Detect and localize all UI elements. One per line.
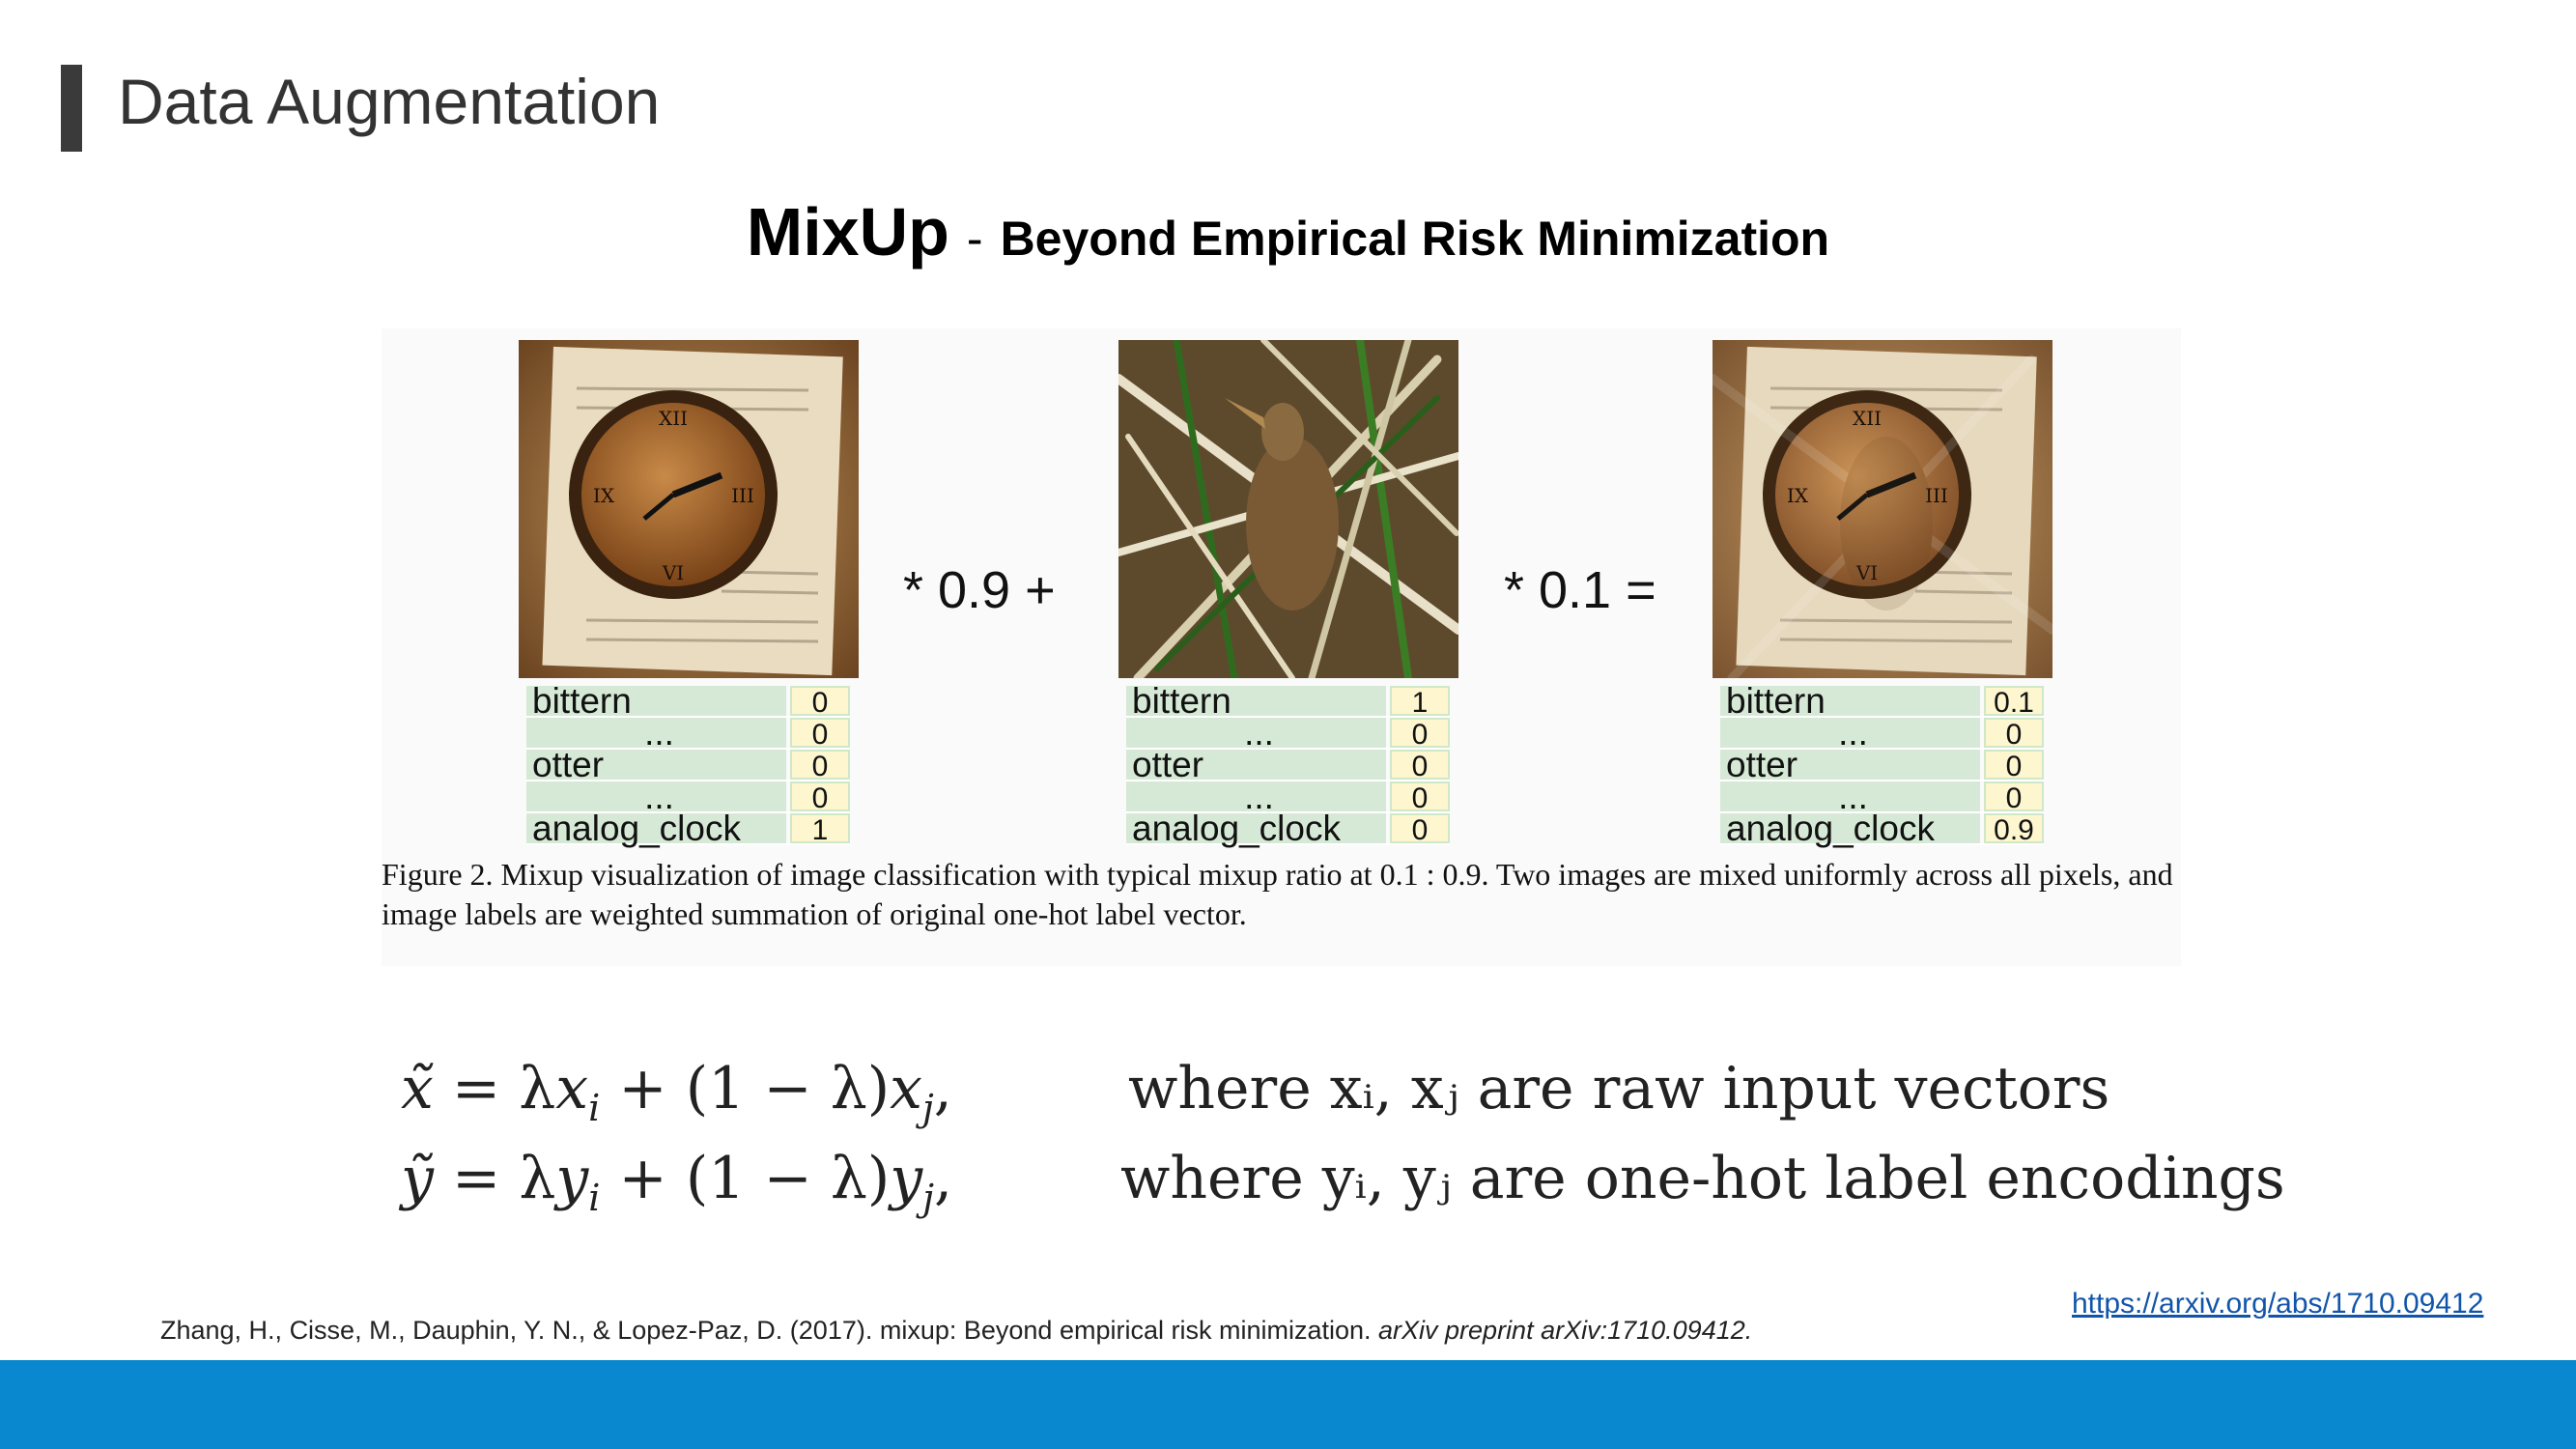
- operator-times-0-9: * 0.9 +: [903, 561, 1056, 619]
- label-name: bittern: [526, 683, 786, 719]
- label-name: ...: [1720, 779, 1980, 814]
- arxiv-link[interactable]: https://arxiv.org/abs/1710.09412: [2072, 1288, 2483, 1321]
- label-value: 0: [1390, 718, 1450, 750]
- svg-text:IX: IX: [593, 484, 615, 507]
- label-table-bird: bittern 1 ... 0 otter 0 ... 0 analog_clock 0: [1126, 683, 1450, 846]
- subtitle-rest: Beyond Empirical Risk Minimization: [1000, 212, 1830, 266]
- label-name: ...: [526, 715, 786, 751]
- label-value: 0: [1984, 718, 2044, 750]
- bird-image: [1118, 340, 1458, 678]
- citation-reference: Zhang, H., Cisse, M., Dauphin, Y. N., & …: [160, 1316, 1752, 1346]
- mixed-image: XIIIIIVIIX: [1713, 340, 2052, 678]
- label-value: 0.9: [1984, 813, 2044, 845]
- svg-text:IX: IX: [1787, 484, 1809, 507]
- label-value: 0: [1984, 750, 2044, 781]
- slide-title: Data Augmentation: [118, 66, 661, 137]
- table-row: bittern 0: [526, 683, 850, 719]
- equation-x-tilde: x̃ = λxi + (1 − λ)xj,: [401, 1055, 952, 1129]
- table-row: bittern 0.1: [1720, 683, 2044, 719]
- table-row: analog_clock 0.9: [1720, 810, 2044, 846]
- title-accent-bar: [61, 65, 82, 152]
- label-value: 0: [1984, 781, 2044, 813]
- label-value: 0: [790, 718, 850, 750]
- table-row: analog_clock 1: [526, 810, 850, 846]
- label-name: ...: [526, 779, 786, 814]
- label-name: bittern: [1126, 683, 1386, 719]
- label-value: 0: [790, 686, 850, 718]
- label-value: 0: [790, 750, 850, 781]
- reference-italic: arXiv preprint arXiv:1710.09412.: [1378, 1316, 1753, 1345]
- label-name: ...: [1126, 715, 1386, 751]
- label-name: otter: [526, 747, 786, 782]
- svg-text:XII: XII: [659, 407, 688, 430]
- footer-band: [0, 1360, 2576, 1449]
- slide-subtitle: MixUp - Beyond Empirical Risk Minimization: [0, 198, 2576, 266]
- label-name: ...: [1720, 715, 1980, 751]
- label-value: 1: [790, 813, 850, 845]
- subtitle-dash: -: [966, 212, 983, 266]
- equation-y-where: where yᵢ, yⱼ are one-hot label encodings: [1120, 1145, 2285, 1212]
- reference-text: Zhang, H., Cisse, M., Dauphin, Y. N., & …: [160, 1316, 1379, 1345]
- label-name: otter: [1720, 747, 1980, 782]
- label-value: 1: [1390, 686, 1450, 718]
- label-value: 0: [1390, 781, 1450, 813]
- label-value: 0: [790, 781, 850, 813]
- subtitle-main: MixUp: [746, 194, 949, 270]
- clock-image: XII III VI IX: [519, 340, 859, 678]
- svg-text:XII: XII: [1853, 407, 1882, 430]
- operator-times-0-1: * 0.1 =: [1504, 561, 1656, 619]
- label-name: analog_clock: [1720, 810, 1980, 846]
- equation-y-tilde: ỹ = λyi + (1 − λ)yj,: [401, 1145, 953, 1219]
- label-name: bittern: [1720, 683, 1980, 719]
- equation-x-where: where xᵢ, xⱼ are raw input vectors: [1128, 1055, 2110, 1122]
- label-name: ...: [1126, 779, 1386, 814]
- figure-caption: Figure 2. Mixup visualization of image c…: [382, 857, 2173, 931]
- label-table-mixed: bittern 0.1 ... 0 otter 0 ... 0 analog_clock…: [1720, 683, 2044, 846]
- label-name: otter: [1126, 747, 1386, 782]
- svg-text:III: III: [731, 484, 754, 507]
- label-value: 0.1: [1984, 686, 2044, 718]
- label-name: analog_clock: [526, 810, 786, 846]
- label-value: 0: [1390, 750, 1450, 781]
- table-row: otter 0: [1720, 747, 2044, 782]
- label-name: analog_clock: [1126, 810, 1386, 846]
- svg-text:VI: VI: [662, 561, 684, 584]
- table-row: otter 0: [1126, 747, 1450, 782]
- table-row: otter 0: [526, 747, 850, 782]
- label-table-clock: bittern 0 ... 0 otter 0 ... 0 analog_clock 1: [526, 683, 850, 846]
- table-row: analog_clock 0: [1126, 810, 1450, 846]
- table-row: bittern 1: [1126, 683, 1450, 719]
- label-value: 0: [1390, 813, 1450, 845]
